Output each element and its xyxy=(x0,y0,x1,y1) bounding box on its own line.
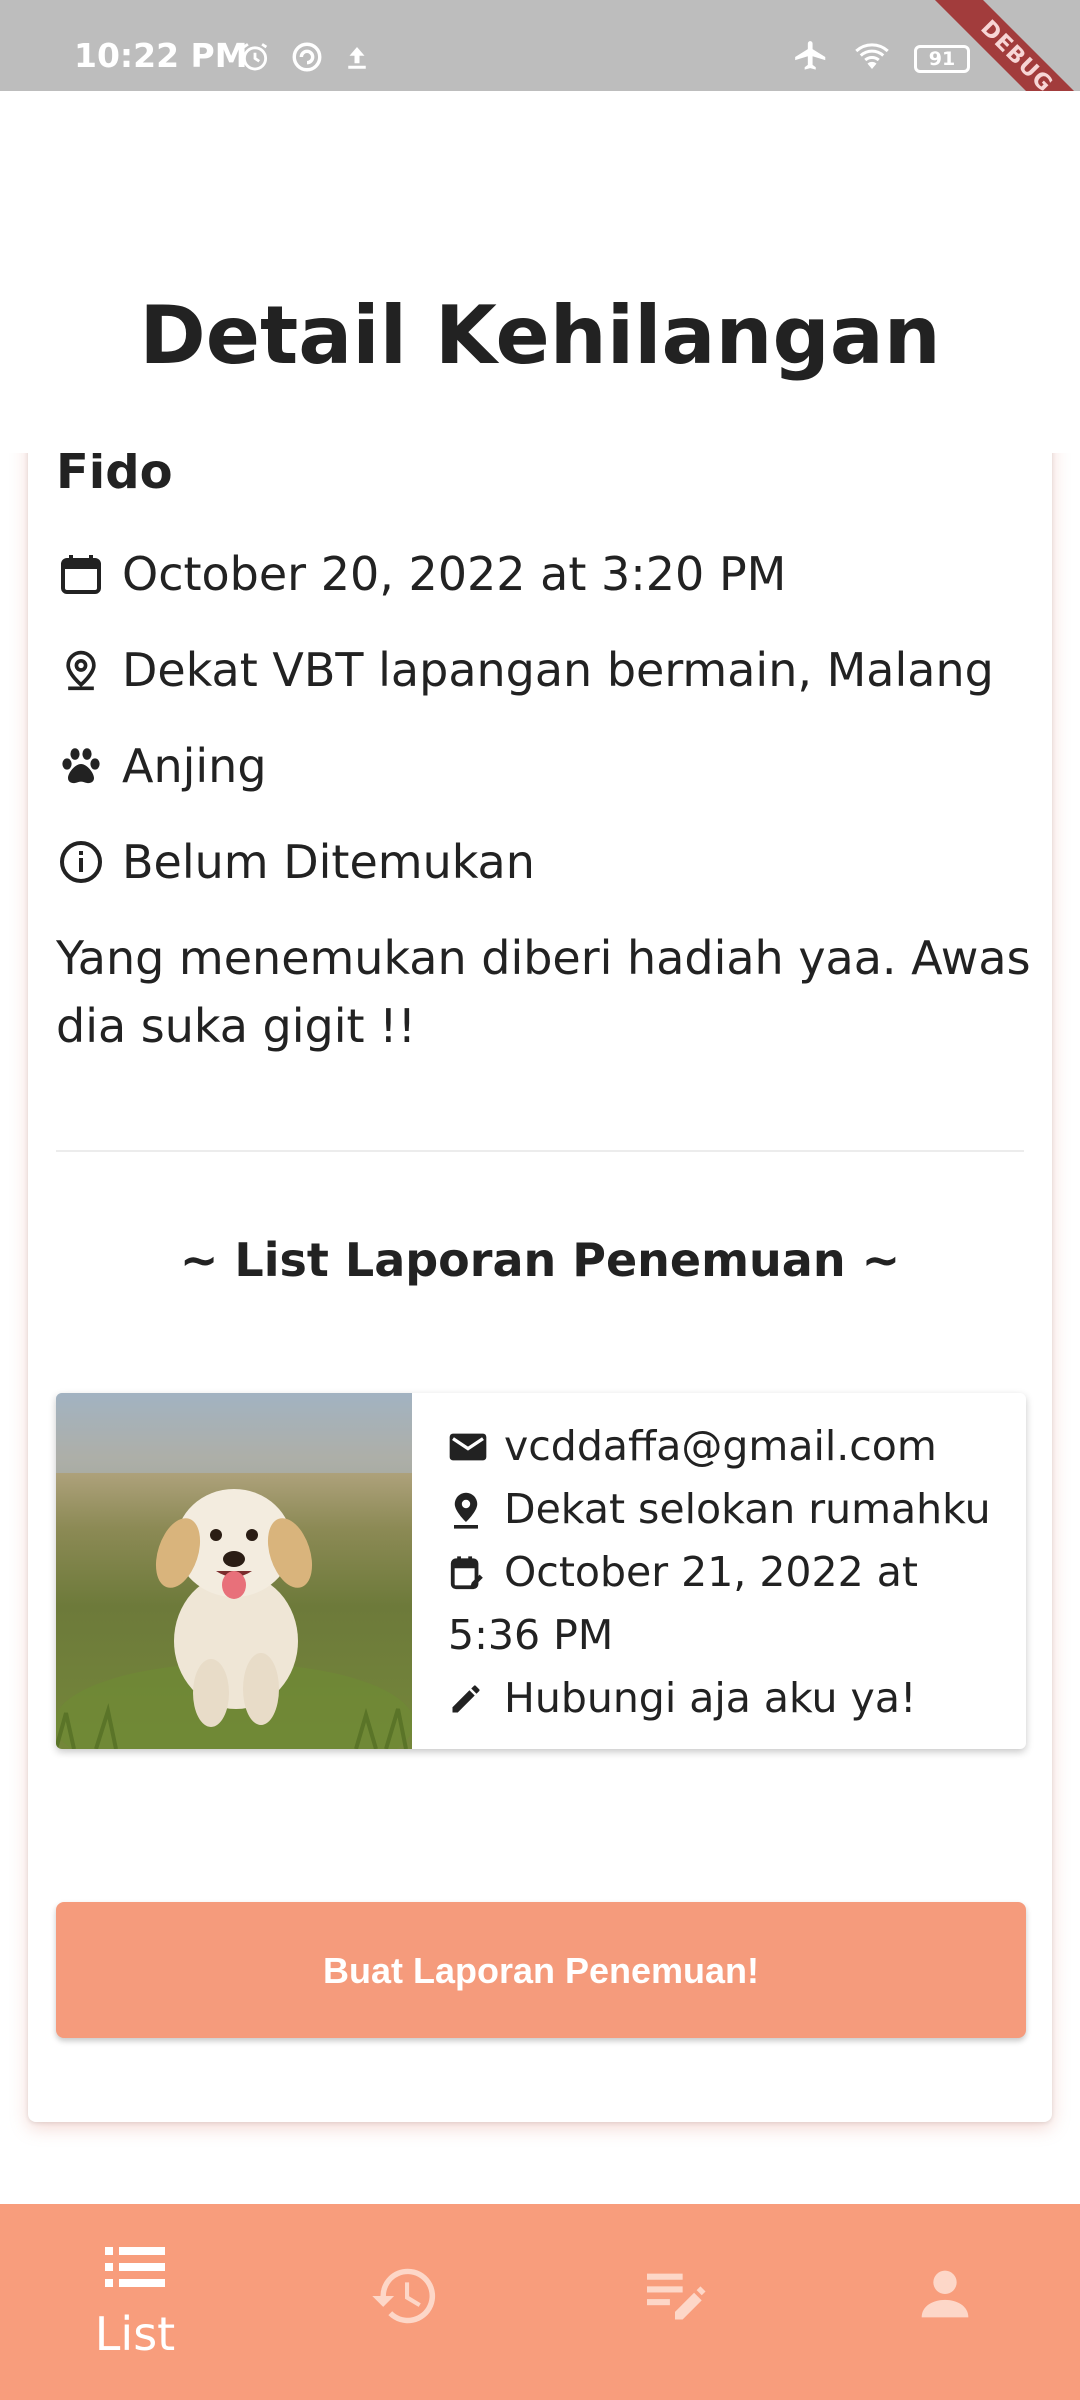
location-pin-icon xyxy=(56,645,106,695)
sync-icon xyxy=(290,40,324,78)
report-location-row: Dekat selokan rumahku xyxy=(448,1478,1008,1541)
report-location: Dekat selokan rumahku xyxy=(504,1485,991,1533)
lost-location-row: Dekat VBT lapangan bermain, Malang xyxy=(56,638,994,702)
person-icon xyxy=(810,2266,1080,2322)
found-report-details: vcddaffa@gmail.com Dekat selokan rumahku… xyxy=(448,1415,1008,1730)
pet-description: Yang menemukan diberi hadiah yaa. Awas d… xyxy=(56,931,1031,1053)
status-row: Belum Ditemukan xyxy=(56,830,535,894)
report-date: October 21, 2022 at 5:36 PM xyxy=(448,1548,918,1659)
pencil-icon xyxy=(448,1667,492,1730)
page-header: Detail Kehilangan xyxy=(0,91,1080,453)
nav-item-history[interactable] xyxy=(270,2204,540,2400)
airplane-mode-icon xyxy=(792,38,830,80)
section-divider xyxy=(56,1150,1024,1152)
nav-item-list[interactable]: List xyxy=(0,2204,270,2400)
bottom-navigation: List xyxy=(0,2204,1080,2400)
status-time: 10:22 PM xyxy=(74,36,248,75)
location-pin-filled-icon xyxy=(448,1478,492,1541)
found-report-card[interactable]: vcddaffa@gmail.com Dekat selokan rumahku… xyxy=(56,1393,1026,1749)
nav-label-list: List xyxy=(94,2307,176,2361)
calendar-icon xyxy=(56,549,106,599)
found-pet-photo xyxy=(56,1393,414,1749)
edit-note-icon xyxy=(540,2266,810,2322)
report-date-row: October 21, 2022 at 5:36 PM xyxy=(448,1541,1008,1667)
lost-date: October 20, 2022 at 3:20 PM xyxy=(122,547,787,601)
report-email: vcddaffa@gmail.com xyxy=(504,1422,937,1470)
upload-icon xyxy=(342,40,372,78)
lost-location: Dekat VBT lapangan bermain, Malang xyxy=(122,643,994,697)
list-icon xyxy=(0,2244,270,2290)
email-icon xyxy=(448,1415,492,1478)
nav-item-profile[interactable] xyxy=(810,2204,1080,2400)
lost-pet-detail-card: Fido October 20, 2022 at 3:20 PM Dekat V… xyxy=(28,400,1052,2122)
reports-section-title: ~ List Laporan Penemuan ~ xyxy=(179,1233,901,1287)
status-notification-icons xyxy=(238,40,372,78)
page-title: Detail Kehilangan xyxy=(139,289,941,382)
lost-date-row: October 20, 2022 at 3:20 PM xyxy=(56,542,786,606)
report-email-row: vcddaffa@gmail.com xyxy=(448,1415,1008,1478)
species-row: Anjing xyxy=(56,734,267,798)
history-icon xyxy=(270,2266,540,2326)
wifi-icon xyxy=(852,39,892,79)
status-bar: 10:22 PM 91 DEBUG xyxy=(0,0,1080,154)
report-note: Hubungi aja aku ya! xyxy=(504,1674,917,1722)
pet-species: Anjing xyxy=(122,739,267,793)
nav-item-edit-note[interactable] xyxy=(540,2204,810,2400)
create-found-report-button[interactable]: Buat Laporan Penemuan! xyxy=(56,1902,1026,2038)
edit-calendar-icon xyxy=(448,1541,492,1604)
pet-status: Belum Ditemukan xyxy=(122,835,535,889)
paw-icon xyxy=(56,741,106,791)
report-note-row: Hubungi aja aku ya! xyxy=(448,1667,1008,1730)
info-icon xyxy=(56,837,106,887)
alarm-icon xyxy=(238,40,272,78)
